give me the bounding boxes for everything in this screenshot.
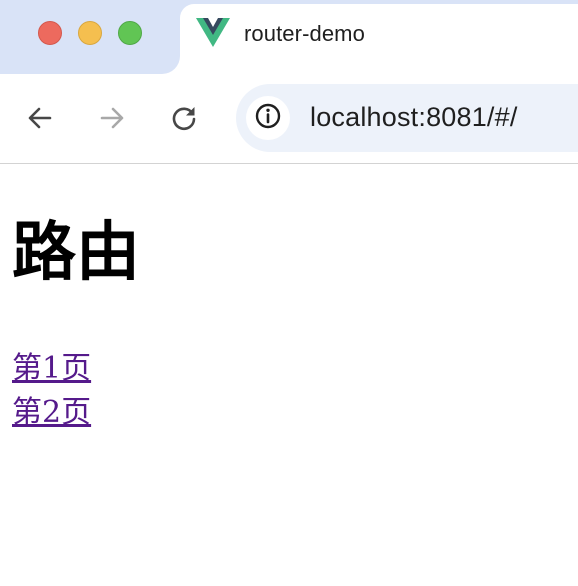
info-circle-icon (254, 102, 282, 135)
url-text[interactable]: localhost:8081/#/ (310, 102, 518, 133)
tab-strip: router-demo (0, 0, 578, 74)
back-button[interactable] (20, 100, 60, 140)
tab-corner (162, 56, 180, 74)
site-info-button[interactable] (246, 96, 290, 140)
address-bar[interactable]: localhost:8081/#/ (236, 84, 578, 152)
browser-tab[interactable]: router-demo (180, 4, 578, 74)
reload-button[interactable] (164, 100, 204, 140)
window-close-button[interactable] (38, 21, 62, 45)
forward-button[interactable] (92, 100, 132, 140)
page-1-link[interactable]: 第1页 (12, 347, 91, 391)
page-title: 路由 (12, 215, 140, 290)
vue-logo-icon (196, 18, 230, 48)
reload-icon (170, 104, 198, 137)
arrow-right-icon (98, 104, 126, 137)
router-nav: 第1页 第2页 (12, 347, 91, 435)
browser-toolbar: localhost:8081/#/ (0, 74, 578, 164)
arrow-left-icon (26, 104, 54, 137)
window-maximize-button[interactable] (118, 21, 142, 45)
window-minimize-button[interactable] (78, 21, 102, 45)
page-content: 路由 第1页 第2页 (0, 165, 578, 586)
page-2-link[interactable]: 第2页 (12, 391, 91, 435)
tab-title: router-demo (244, 21, 365, 46)
